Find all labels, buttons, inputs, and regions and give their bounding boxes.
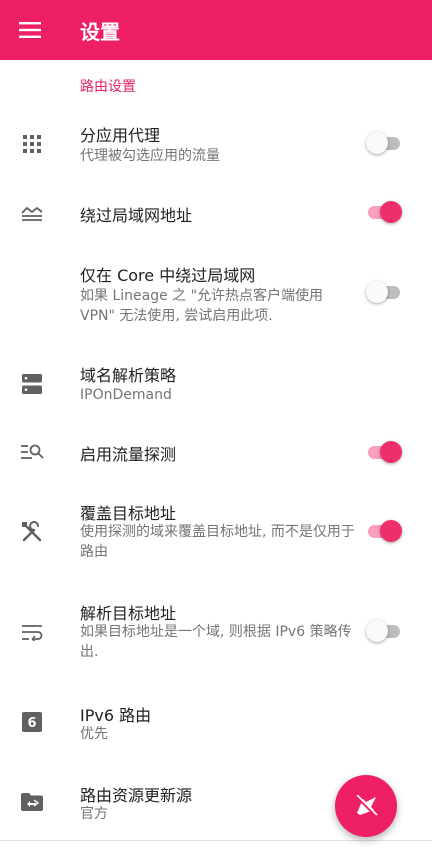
- override-destination-switch[interactable]: [366, 520, 402, 542]
- sniff-search-icon: [20, 440, 44, 464]
- setting-title: 绕过局域网地址: [80, 206, 193, 225]
- app-bar: 设置: [0, 0, 432, 60]
- setting-title: 域名解析策略: [80, 366, 177, 385]
- setting-summary: IPOnDemand: [80, 387, 172, 403]
- setting-title: 仅在 Core 中绕过局域网: [80, 266, 256, 285]
- setting-bypass-lan[interactable]: 绕过局域网地址: [0, 182, 432, 242]
- setting-title: 解析目标地址: [80, 604, 177, 623]
- enable-sniffing-switch[interactable]: [366, 441, 402, 463]
- folder-update-icon: [20, 790, 44, 814]
- setting-bypass-lan-in-core[interactable]: 仅在 Core 中绕过局域网 如果 Lineage 之 "允许热点客户端使用 V…: [0, 258, 432, 330]
- setting-override-destination[interactable]: 覆盖目标地址 使用探测的域来覆盖目标地址, 而不是仅用于路由: [0, 498, 432, 566]
- section-header-routing: 路由设置: [80, 79, 136, 95]
- dns-server-icon: [20, 372, 44, 396]
- per-app-proxy-switch[interactable]: [366, 132, 402, 154]
- svg-text:6: 6: [27, 716, 36, 731]
- setting-title: 覆盖目标地址: [80, 504, 177, 523]
- setting-summary: 代理被勾选应用的流量: [80, 148, 220, 164]
- setting-summary: 如果 Lineage 之 "允许热点客户端使用 VPN" 无法使用, 尝试启用此…: [80, 288, 324, 324]
- setting-summary: 官方: [80, 806, 108, 822]
- setting-title: 路由资源更新源: [80, 786, 193, 805]
- tools-icon: [20, 520, 44, 544]
- grid-apps-icon: [20, 132, 44, 156]
- page-title: 设置: [80, 19, 120, 44]
- setting-per-app-proxy[interactable]: 分应用代理 代理被勾选应用的流量: [0, 110, 432, 170]
- setting-ipv6-route[interactable]: 6 IPv6 路由 优先: [0, 700, 432, 750]
- bypass-lan-switch[interactable]: [366, 201, 402, 223]
- setting-enable-sniffing[interactable]: 启用流量探测: [0, 430, 432, 474]
- connect-fab-button[interactable]: [335, 775, 397, 837]
- setting-title: IPv6 路由: [80, 706, 152, 725]
- resolve-destination-switch[interactable]: [366, 620, 402, 642]
- menu-button[interactable]: [0, 0, 60, 60]
- ipv6-six-icon: 6: [20, 710, 44, 734]
- bottom-divider: [0, 840, 432, 841]
- setting-summary: 使用探测的域来覆盖目标地址, 而不是仅用于路由: [80, 524, 355, 560]
- hamburger-menu-icon: [19, 22, 41, 38]
- setting-summary: 优先: [80, 726, 108, 742]
- setting-summary: 如果目标地址是一个域, 则根据 IPv6 策略传出.: [80, 624, 352, 660]
- plane-off-icon: [355, 794, 378, 817]
- setting-resolve-destination[interactable]: 解析目标地址 如果目标地址是一个域, 则根据 IPv6 策略传出.: [0, 598, 432, 668]
- setting-title: 分应用代理: [80, 126, 161, 145]
- setting-domain-strategy[interactable]: 域名解析策略 IPOnDemand: [0, 360, 432, 410]
- setting-title: 启用流量探测: [80, 445, 177, 464]
- bypass-lan-in-core-switch[interactable]: [366, 281, 402, 303]
- lan-bypass-icon: [20, 201, 44, 225]
- wrap-text-icon: [20, 620, 44, 644]
